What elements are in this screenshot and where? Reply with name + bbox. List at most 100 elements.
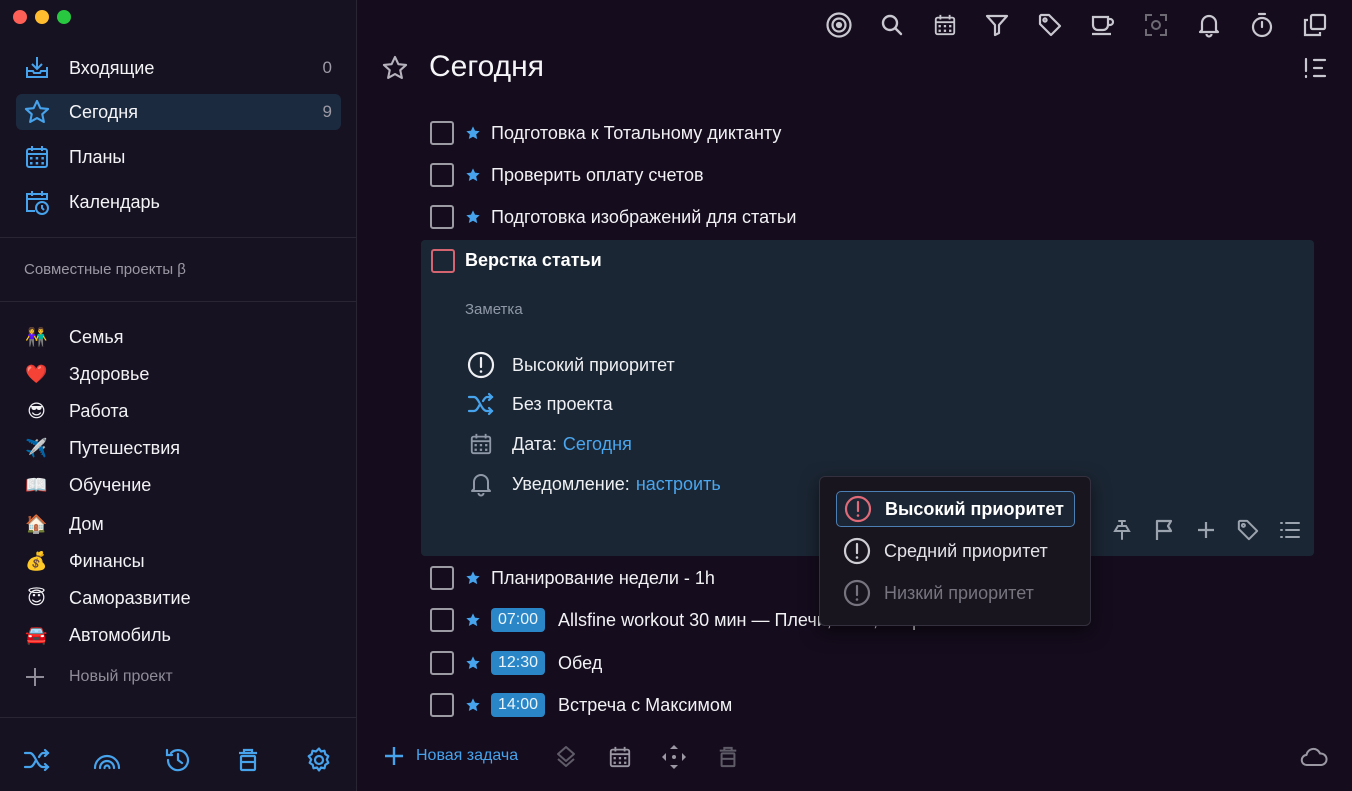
task-time-badge: 14:00: [491, 693, 546, 717]
project-label: Дом: [69, 513, 104, 534]
priority-option-label: Низкий приоритет: [884, 582, 1034, 603]
checklist-icon: [1279, 520, 1301, 540]
task-date-row[interactable]: Дата: Сегодня: [465, 429, 632, 459]
nav-calendar[interactable]: Календарь: [16, 184, 341, 220]
zoom-window-button[interactable]: [57, 10, 71, 24]
shuffle-icon: [465, 389, 497, 419]
task-item[interactable]: Подготовка изображений для статьи: [430, 202, 796, 232]
sort-priority-button[interactable]: [1303, 57, 1327, 79]
sidebar-bottom-bar: [0, 740, 356, 780]
priority-low-option[interactable]: Низкий приоритет: [836, 575, 1075, 611]
layers-icon: [555, 745, 577, 769]
priority-medium-option[interactable]: Средний приоритет: [836, 533, 1075, 569]
nav-today[interactable]: Сегодня 9: [16, 94, 341, 130]
task-checkbox[interactable]: [430, 566, 454, 590]
sync-button[interactable]: [1299, 742, 1329, 772]
calendar-button[interactable]: [930, 8, 960, 42]
exclamation-circle-icon: [844, 495, 872, 523]
task-reminder-row[interactable]: Уведомление: настроить: [465, 469, 721, 499]
task-title-input[interactable]: Верстка статьи: [465, 250, 602, 271]
sidebar-divider: [0, 717, 356, 718]
screenshot-button[interactable]: [1141, 8, 1171, 42]
new-task-button[interactable]: Новая задача: [384, 742, 518, 770]
settings-button[interactable]: [304, 740, 334, 780]
project-home[interactable]: 🏠 Дом: [24, 509, 104, 539]
task-item[interactable]: Планирование недели - 1h: [430, 563, 715, 593]
timer-button[interactable]: [1247, 8, 1277, 42]
shared-projects-title[interactable]: Совместные проекты β: [24, 261, 186, 278]
filter-button[interactable]: [982, 8, 1012, 42]
task-item[interactable]: 14:00 Встреча с Максимом: [430, 690, 732, 720]
delete-button[interactable]: [713, 742, 743, 772]
pin-button[interactable]: [1108, 515, 1136, 545]
task-title: Проверить оплату счетов: [491, 164, 704, 185]
task-checkbox[interactable]: [430, 163, 454, 187]
priority-option-label: Высокий приоритет: [885, 498, 1064, 519]
task-checkbox[interactable]: [430, 205, 454, 229]
focus-button[interactable]: [824, 8, 854, 42]
project-finance[interactable]: 💰 Финансы: [24, 546, 144, 576]
notifications-button[interactable]: [1194, 8, 1224, 42]
add-subtask-button[interactable]: [1192, 515, 1220, 545]
task-reminder-link[interactable]: настроить: [636, 474, 721, 495]
nav-inbox[interactable]: Входящие 0: [16, 50, 341, 86]
trash-icon: [236, 747, 260, 773]
windows-button[interactable]: [1300, 8, 1330, 42]
trash-button[interactable]: [233, 740, 263, 780]
pin-icon: [1111, 519, 1133, 541]
priority-menu: Высокий приоритет Средний приоритет Низк…: [819, 476, 1091, 626]
break-button[interactable]: [1088, 8, 1118, 42]
project-work[interactable]: 😎 Работа: [24, 396, 128, 426]
task-checkbox[interactable]: [430, 121, 454, 145]
task-title: Подготовка к Тотальному диктанту: [491, 122, 782, 143]
add-tag-button[interactable]: [1234, 515, 1262, 545]
task-time-badge: 07:00: [491, 608, 546, 632]
focus-frame-icon: [1144, 13, 1168, 37]
minimize-window-button[interactable]: [35, 10, 49, 24]
project-car[interactable]: 🚘 Автомобиль: [24, 620, 171, 650]
connectivity-button[interactable]: [92, 740, 122, 780]
calendar-grid-icon: [23, 143, 51, 171]
new-project-button[interactable]: Новый проект: [24, 666, 173, 688]
task-checkbox-high-priority[interactable]: [431, 249, 455, 273]
close-window-button[interactable]: [13, 10, 27, 24]
checklist-button[interactable]: [1276, 515, 1304, 545]
project-travel[interactable]: ✈️ Путешествия: [24, 433, 180, 463]
task-checkbox[interactable]: [430, 651, 454, 675]
sidebar: Входящие 0 Сегодня 9 Планы Календарь Сов…: [0, 0, 357, 791]
history-button[interactable]: [163, 740, 193, 780]
task-title: Встреча с Максимом: [558, 694, 733, 715]
task-priority-row[interactable]: Высокий приоритет: [465, 350, 675, 380]
priority-high-option[interactable]: Высокий приоритет: [836, 491, 1075, 527]
car-emoji-icon: 🚘: [25, 624, 48, 645]
task-project-row[interactable]: Без проекта: [465, 389, 613, 419]
bell-icon: [1197, 12, 1221, 38]
task-item[interactable]: Проверить оплату счетов: [430, 160, 704, 190]
project-label: Саморазвитие: [69, 587, 191, 608]
project-self-development[interactable]: 😇 Саморазвитие: [24, 583, 191, 613]
filter-funnel-icon: [985, 13, 1009, 37]
task-project-value: Без проекта: [512, 393, 613, 414]
search-button[interactable]: [877, 8, 907, 42]
task-checkbox[interactable]: [430, 693, 454, 717]
task-date-link[interactable]: Сегодня: [563, 434, 632, 455]
project-health[interactable]: ❤️ Здоровье: [24, 359, 149, 389]
calendar-grid-icon: [608, 745, 632, 769]
nav-inbox-label: Входящие: [69, 57, 155, 78]
star-icon: [465, 209, 481, 225]
flag-button[interactable]: [1150, 515, 1178, 545]
heart-emoji-icon: ❤️: [25, 363, 48, 384]
shuffle-button[interactable]: [22, 740, 52, 780]
schedule-button[interactable]: [605, 742, 635, 772]
project-learning[interactable]: 📖 Обучение: [24, 470, 151, 500]
task-checkbox[interactable]: [430, 608, 454, 632]
task-item[interactable]: Подготовка к Тотальному диктанту: [430, 118, 781, 148]
tags-button[interactable]: [1035, 8, 1065, 42]
tag-icon: [1237, 519, 1259, 541]
project-family[interactable]: 👫 Семья: [24, 322, 123, 352]
task-item[interactable]: 12:30 Обед: [430, 648, 602, 678]
nav-plans[interactable]: Планы: [16, 139, 341, 175]
move-button[interactable]: [659, 742, 689, 772]
layers-button[interactable]: [551, 742, 581, 772]
task-note-input[interactable]: Заметка: [465, 301, 523, 318]
